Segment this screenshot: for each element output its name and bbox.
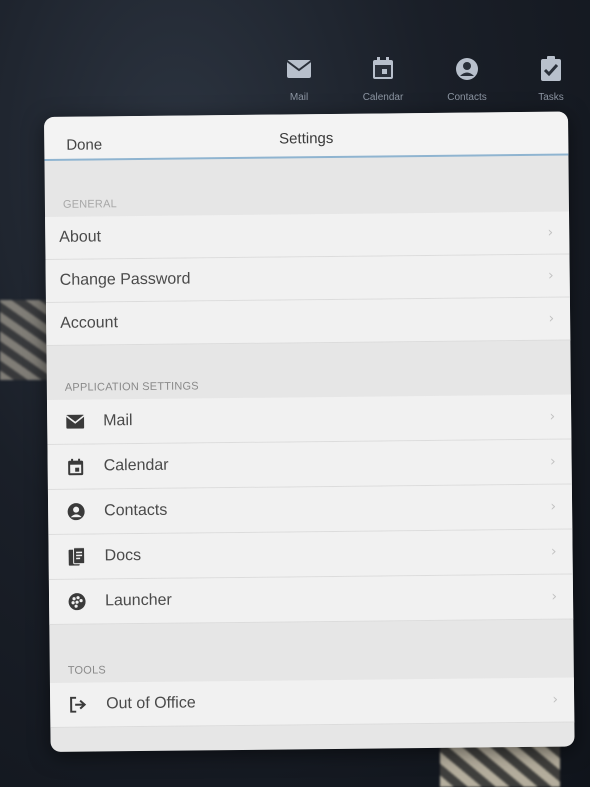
settings-row-docs[interactable]: Docs ›	[48, 529, 573, 580]
launcher-icon	[67, 592, 87, 612]
row-label: Mail	[103, 412, 133, 430]
chevron-right-icon: ›	[551, 588, 558, 605]
app-tab-label: Calendar	[362, 92, 404, 103]
settings-row-calendar[interactable]: Calendar ›	[47, 439, 572, 490]
row-label: Docs	[104, 547, 142, 565]
row-label: Contacts	[104, 501, 168, 520]
chevron-right-icon: ›	[549, 408, 556, 425]
chevron-right-icon: ›	[548, 310, 555, 327]
row-label: Launcher	[104, 591, 172, 610]
chevron-right-icon: ›	[550, 543, 557, 560]
app-tab-label: Mail	[289, 92, 309, 103]
settings-row-contacts[interactable]: Contacts ›	[47, 484, 573, 535]
mail-icon	[65, 412, 85, 432]
settings-row-launcher[interactable]: Launcher ›	[48, 574, 574, 625]
contacts-icon	[454, 56, 480, 82]
calendar-icon	[370, 56, 396, 82]
mail-icon	[286, 56, 312, 82]
chevron-right-icon: ›	[549, 453, 556, 470]
row-label: Calendar	[103, 456, 169, 475]
app-tab-calendar[interactable]: Calendar	[350, 56, 416, 103]
screen-glare	[0, 300, 48, 380]
row-label: Out of Office	[106, 694, 196, 713]
app-tab-label: Contacts	[447, 92, 487, 103]
chevron-right-icon: ›	[547, 267, 554, 284]
settings-row-out-of-office[interactable]: Out of Office ›	[49, 677, 575, 728]
settings-row-account[interactable]: Account ›	[45, 297, 571, 346]
settings-modal: Done Settings GENERAL About › Change Pas…	[44, 111, 575, 752]
chevron-right-icon: ›	[552, 691, 559, 708]
settings-navbar: Done Settings	[44, 111, 569, 161]
row-label: Change Password	[59, 270, 191, 289]
settings-row-about[interactable]: About ›	[45, 211, 570, 260]
docs-icon	[67, 547, 87, 567]
app-tab-mail[interactable]: Mail	[266, 56, 332, 103]
chevron-right-icon: ›	[547, 224, 554, 241]
sign-out-icon	[68, 695, 88, 715]
app-tab-tasks[interactable]: Tasks	[518, 56, 584, 103]
app-tab-contacts[interactable]: Contacts	[434, 56, 500, 103]
settings-row-mail[interactable]: Mail ›	[46, 394, 572, 445]
chevron-right-icon: ›	[550, 498, 557, 515]
settings-row-change-password[interactable]: Change Password ›	[45, 254, 570, 303]
contacts-icon	[66, 502, 86, 522]
row-label: Account	[60, 314, 119, 332]
page-title: Settings	[279, 129, 334, 148]
row-label: About	[59, 228, 102, 246]
app-tab-label: Tasks	[538, 92, 564, 103]
app-tab-bar: Mail Calendar Contacts Tasks	[266, 56, 584, 103]
tasks-icon	[538, 56, 564, 82]
calendar-icon	[66, 457, 86, 477]
